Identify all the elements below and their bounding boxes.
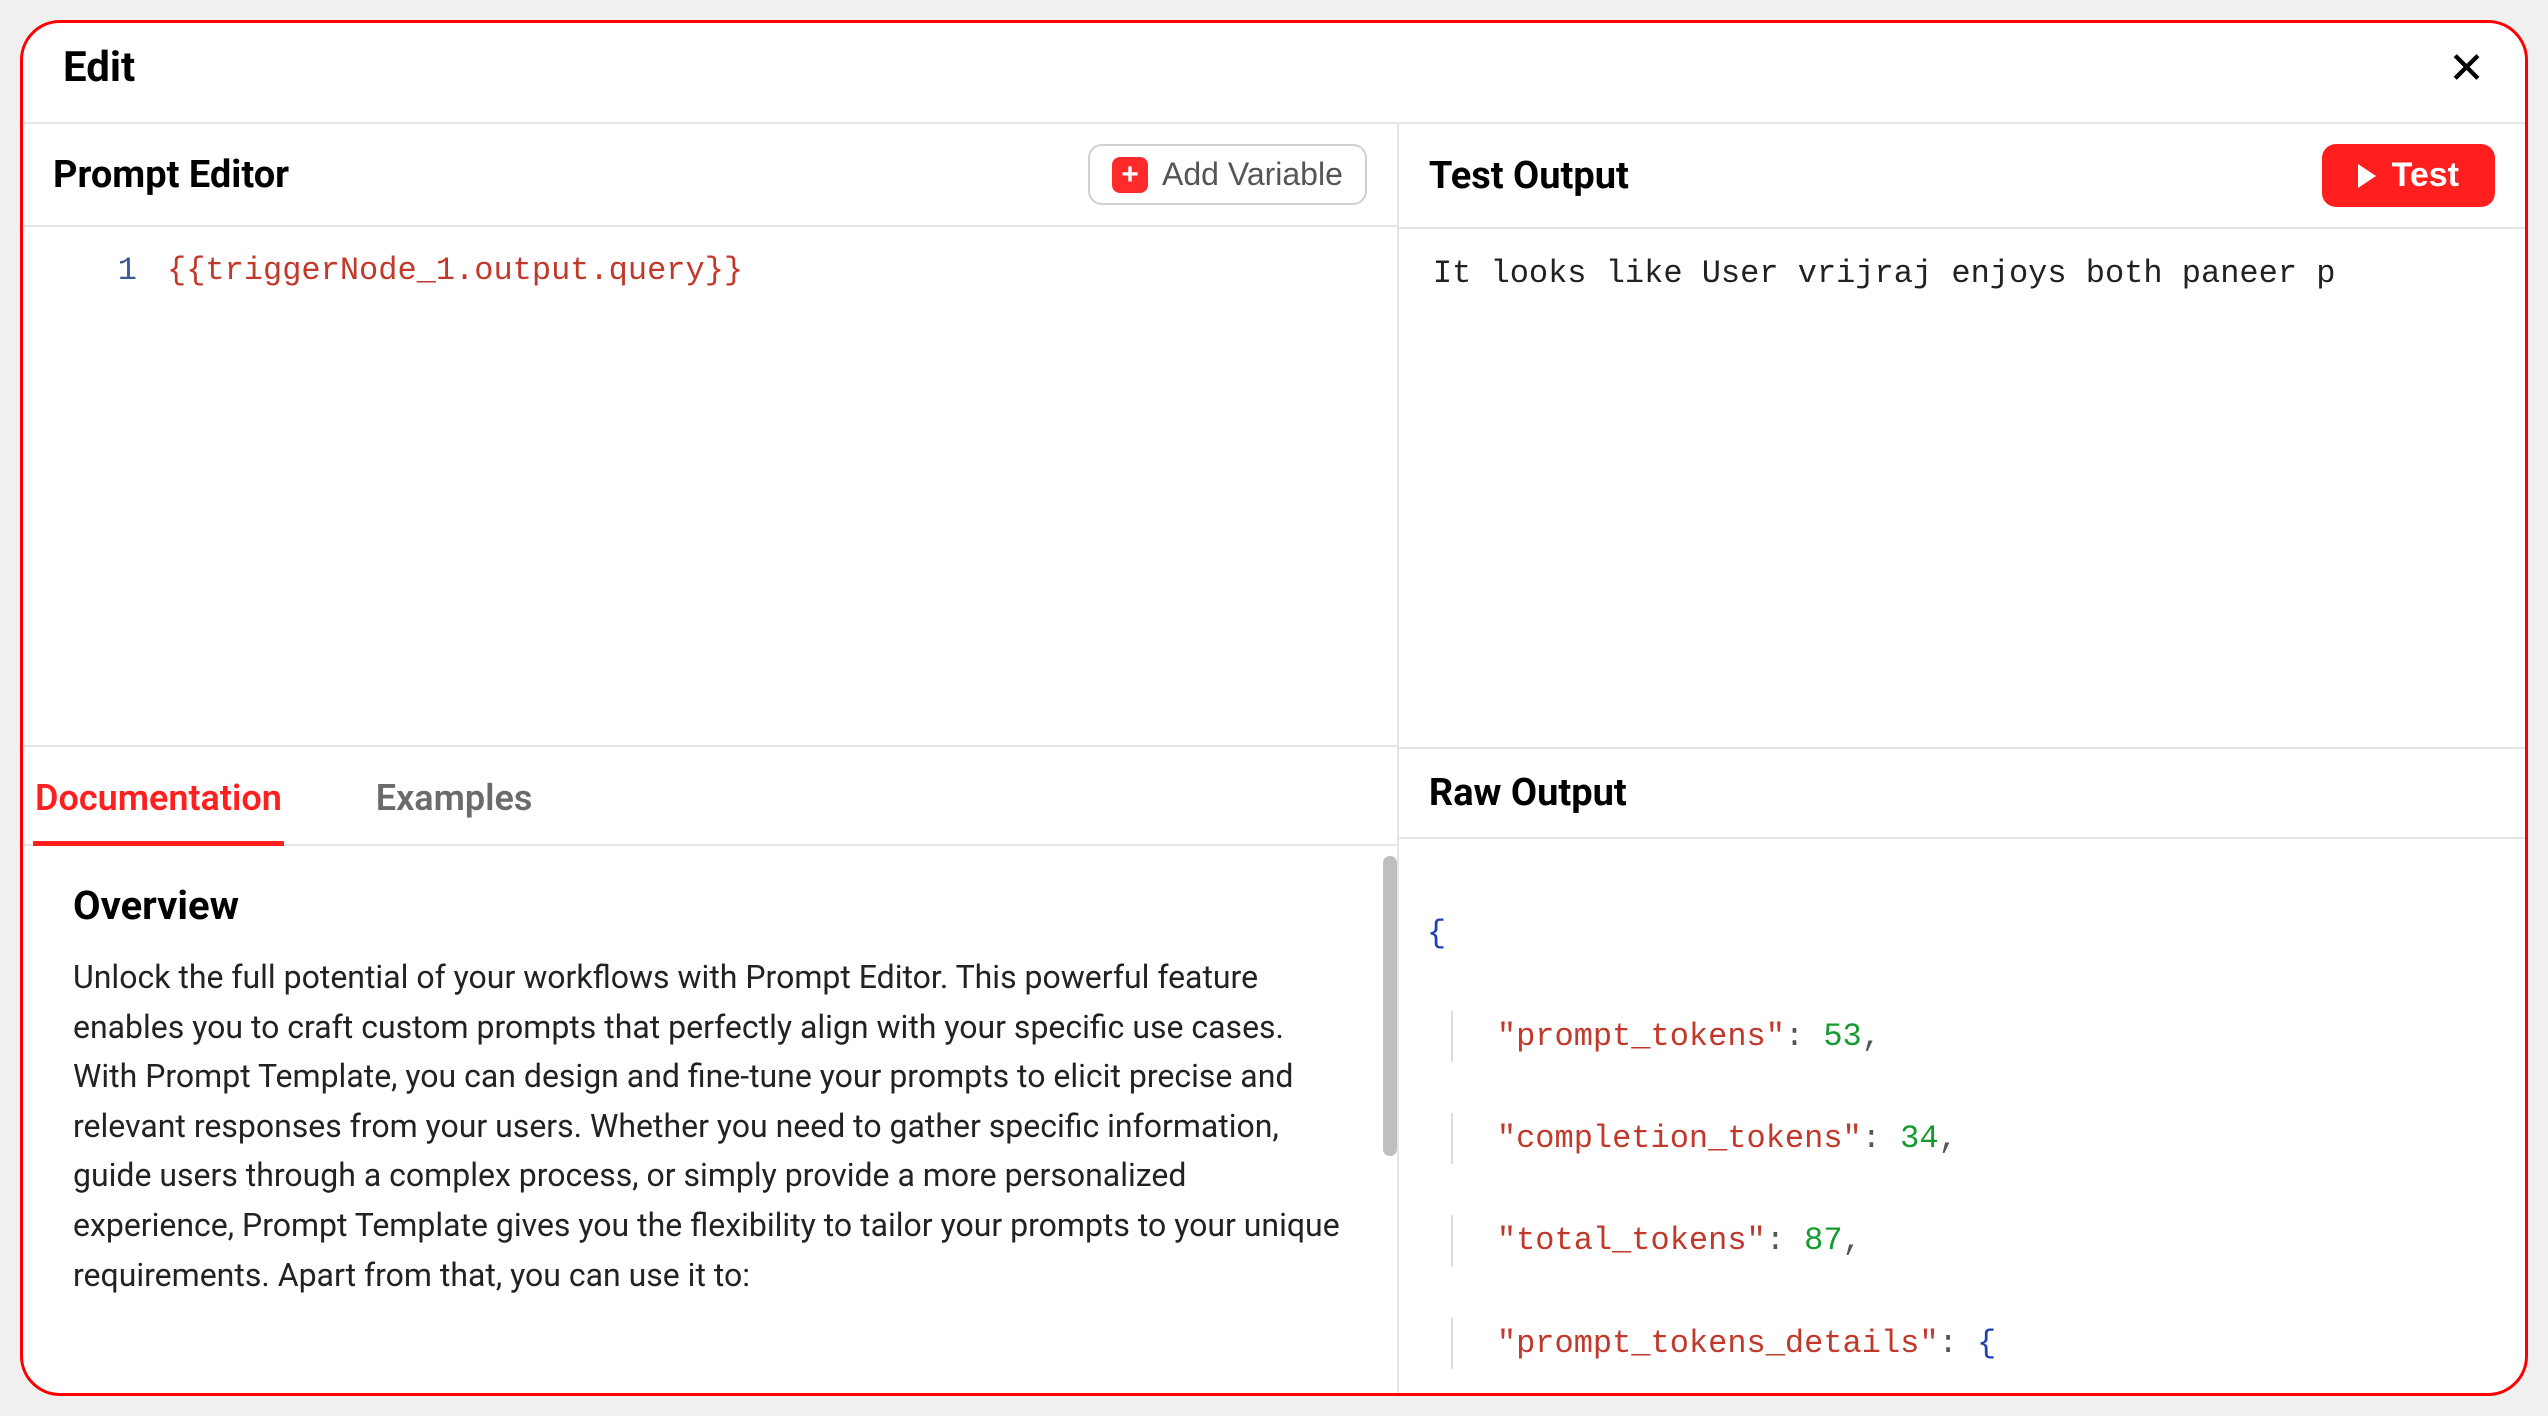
- scrollbar-thumb[interactable]: [1383, 856, 1397, 1156]
- completion-tokens-value: 34: [1900, 1120, 1938, 1157]
- add-variable-button[interactable]: + Add Variable: [1088, 144, 1367, 205]
- doc-body: Unlock the full potential of your workfl…: [73, 953, 1347, 1300]
- line-number: 1: [47, 247, 167, 725]
- doc-heading: Overview: [73, 882, 1347, 929]
- json-viewer: { "prompt_tokens": 53, "completion_token…: [1427, 857, 2497, 1393]
- close-icon[interactable]: ✕: [2448, 46, 2485, 90]
- tab-documentation[interactable]: Documentation: [33, 767, 284, 846]
- play-icon: [2358, 164, 2376, 188]
- prompt-editor-title: Prompt Editor: [53, 153, 289, 197]
- modal-header: Edit ✕: [23, 23, 2525, 124]
- modal-body: Prompt Editor + Add Variable 1 {{trigger…: [23, 124, 2525, 1393]
- tab-examples[interactable]: Examples: [374, 767, 535, 846]
- right-column: Test Output Test It looks like User vrij…: [1399, 124, 2525, 1393]
- test-output-header: Test Output Test: [1399, 124, 2525, 229]
- modal-title: Edit: [63, 43, 135, 92]
- add-variable-label: Add Variable: [1162, 156, 1343, 193]
- raw-output-panel[interactable]: { "prompt_tokens": 53, "completion_token…: [1399, 839, 2525, 1393]
- edit-modal: Edit ✕ Prompt Editor + Add Variable 1 {{…: [20, 20, 2528, 1396]
- code-content: {{triggerNode_1.output.query}}: [167, 247, 1373, 725]
- documentation-panel[interactable]: Overview Unlock the full potential of yo…: [23, 846, 1397, 1393]
- total-tokens-value: 87: [1804, 1222, 1842, 1259]
- test-button[interactable]: Test: [2322, 144, 2495, 207]
- code-editor[interactable]: 1 {{triggerNode_1.output.query}}: [23, 227, 1397, 747]
- plus-icon: +: [1112, 157, 1148, 193]
- raw-output-header: Raw Output: [1399, 749, 2525, 839]
- docs-tabs: Documentation Examples: [23, 747, 1397, 846]
- raw-output-title: Raw Output: [1429, 771, 2495, 815]
- left-column: Prompt Editor + Add Variable 1 {{trigger…: [23, 124, 1399, 1393]
- test-output-title: Test Output: [1429, 154, 1629, 198]
- prompt-editor-header: Prompt Editor + Add Variable: [23, 124, 1397, 227]
- test-button-label: Test: [2392, 156, 2459, 195]
- prompt-tokens-value: 53: [1823, 1018, 1861, 1055]
- test-output-text: It looks like User vrijraj enjoys both p…: [1399, 229, 2525, 749]
